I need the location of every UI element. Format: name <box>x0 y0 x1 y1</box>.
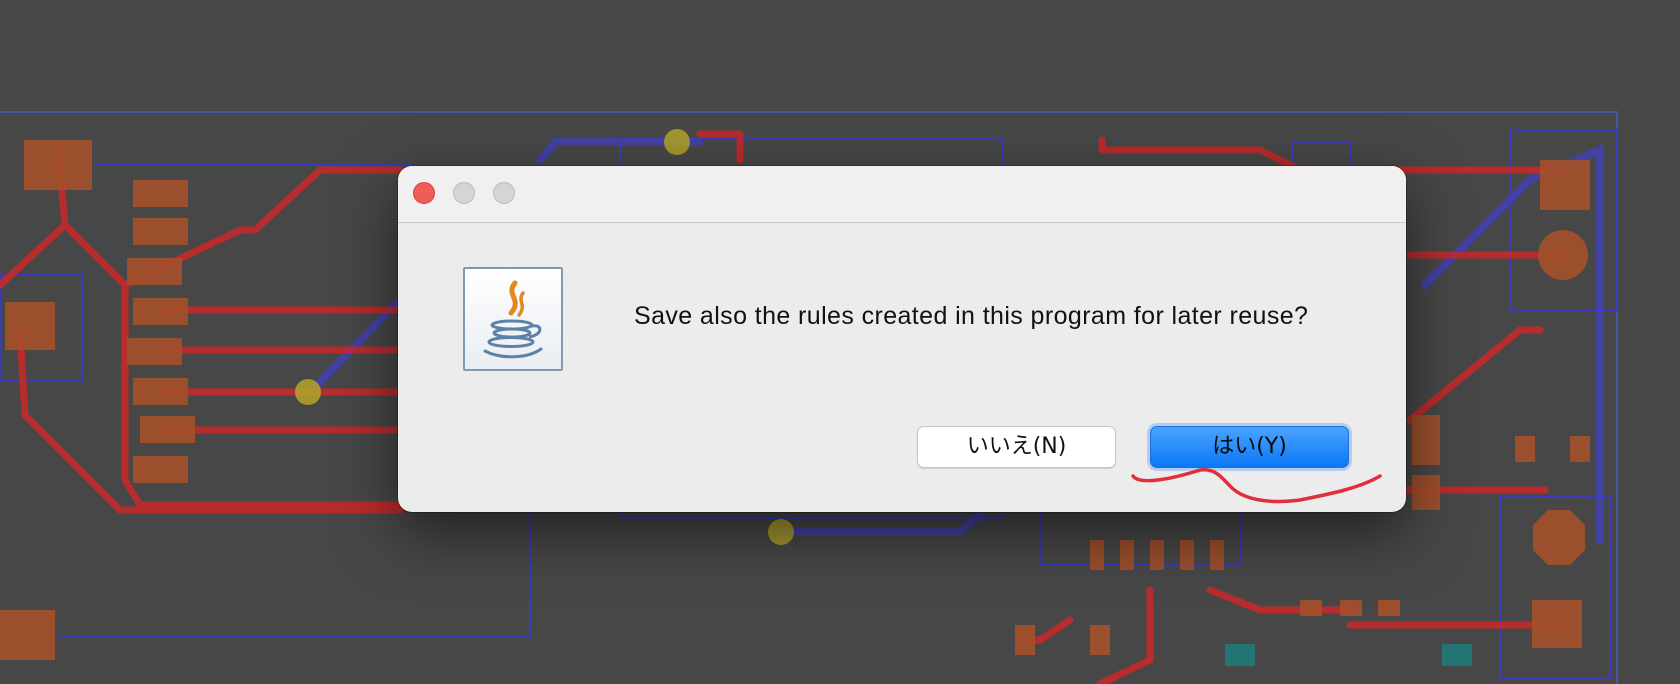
no-button[interactable]: いいえ(N) <box>917 426 1116 468</box>
minimize-window-button[interactable] <box>453 182 475 204</box>
close-window-button[interactable] <box>413 182 435 204</box>
save-rules-dialog: Save also the rules created in this prog… <box>398 166 1406 512</box>
zoom-window-button[interactable] <box>493 182 515 204</box>
dialog-titlebar[interactable] <box>398 166 1406 223</box>
dialog-message: Save also the rules created in this prog… <box>634 302 1309 330</box>
yes-button[interactable]: はい(Y) <box>1150 426 1349 468</box>
java-cup-icon <box>463 267 563 371</box>
teal-pads <box>1225 644 1472 666</box>
